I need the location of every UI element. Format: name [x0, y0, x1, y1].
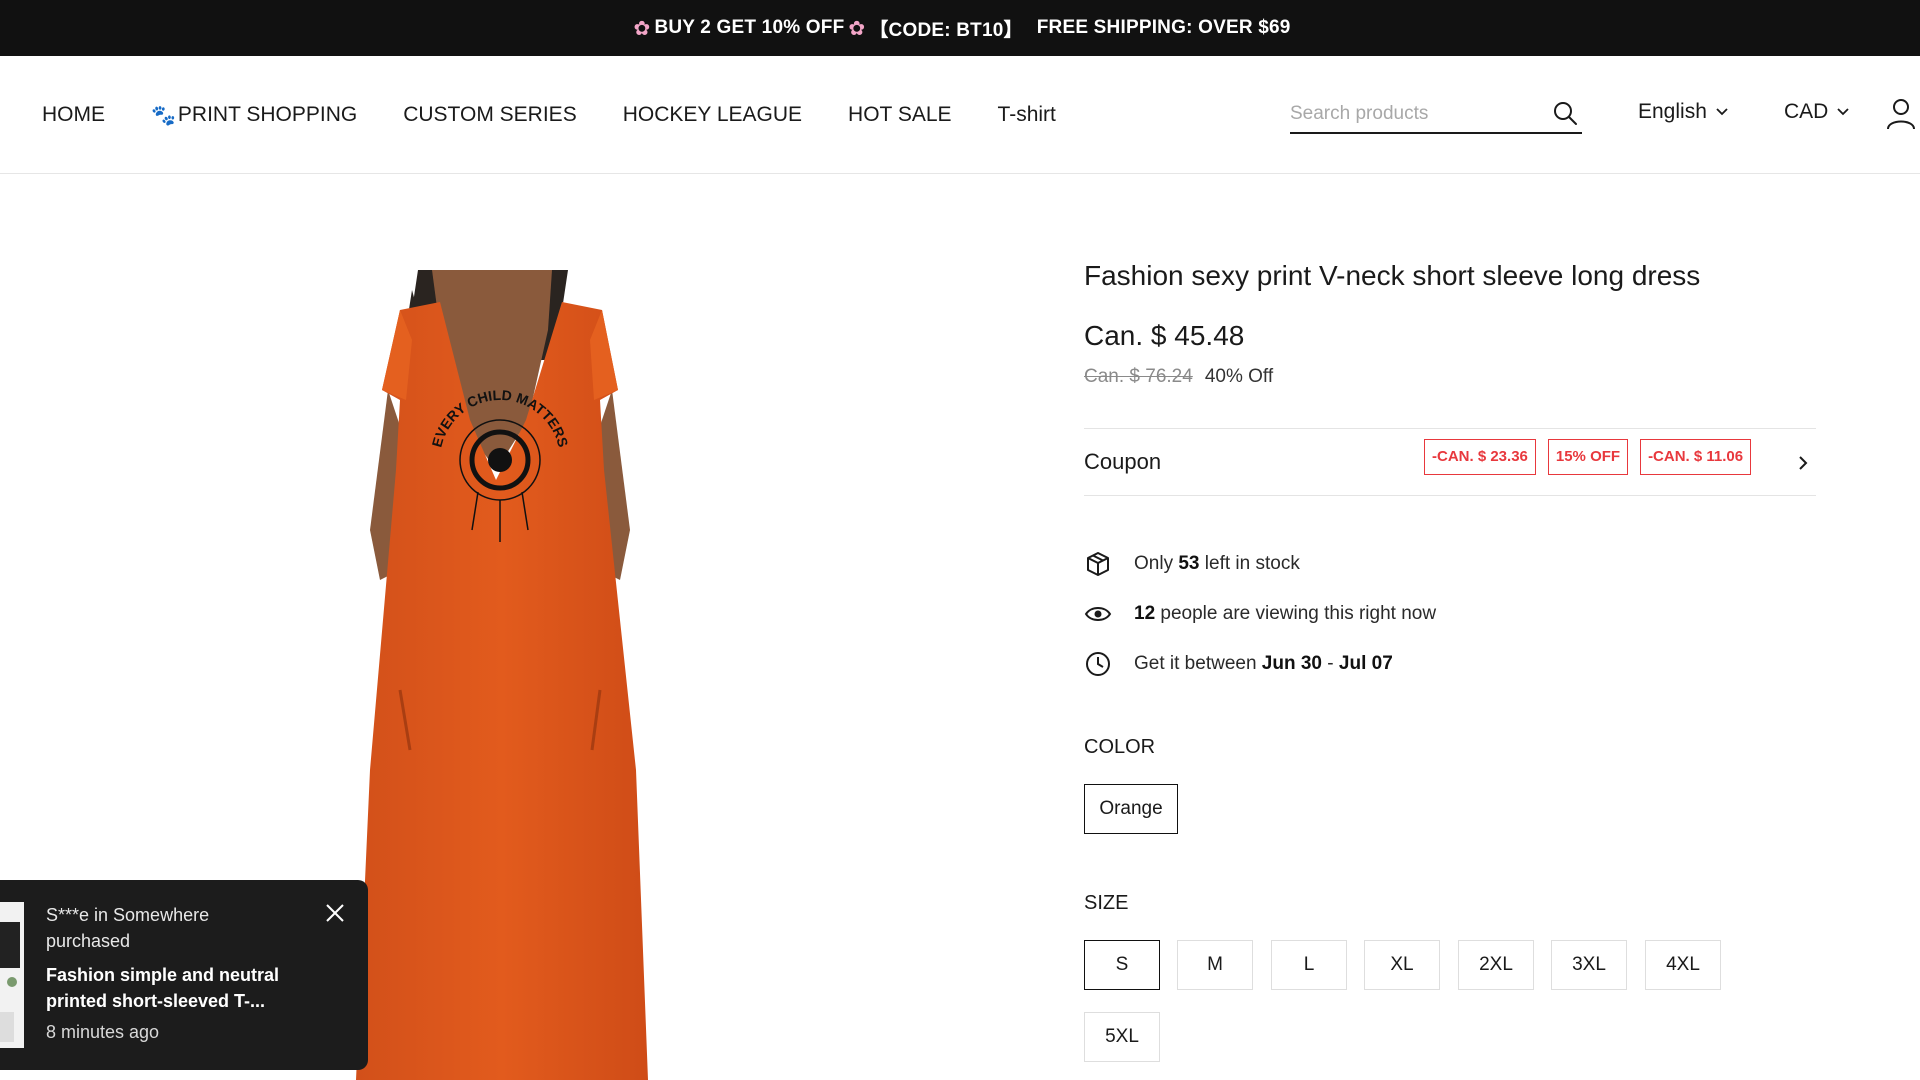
viewers-suffix: people are viewing this right now	[1155, 603, 1437, 624]
chevron-down-icon	[1716, 108, 1728, 116]
close-icon[interactable]	[324, 902, 346, 924]
nav-item-home[interactable]: HOME	[42, 103, 105, 127]
size-option-xl[interactable]: XL	[1364, 940, 1440, 990]
eye-icon	[1084, 607, 1112, 621]
search-box	[1290, 96, 1582, 134]
coupon-tag[interactable]: 15% OFF	[1547, 439, 1629, 475]
nav-item-label: PRINT SHOPPING	[177, 103, 358, 126]
delivery-info: Get it between Jun 30 - Jul 07	[1084, 650, 1393, 678]
delivery-text: Get it between Jun 30 - Jul 07	[1134, 653, 1393, 675]
color-label: COLOR	[1084, 736, 1156, 758]
current-price: Can. $ 45.48	[1084, 320, 1245, 351]
stock-text: Only 53 left in stock	[1134, 553, 1300, 575]
coupon-row[interactable]: Coupon -CAN. $ 23.36 15% OFF -CAN. $ 11.…	[1084, 428, 1816, 496]
flower-icon: ✿	[633, 17, 651, 40]
size-option-l[interactable]: L	[1271, 940, 1347, 990]
old-price-row: Can. $ 76.24 40% Off	[1084, 366, 1816, 388]
language-label: English	[1638, 100, 1707, 123]
nav-item-label: HOCKEY LEAGUE	[622, 103, 803, 126]
coupon-label: Coupon	[1084, 449, 1162, 474]
nav-item-label: HOME	[42, 103, 105, 126]
size-option-m[interactable]: M	[1177, 940, 1253, 990]
coupon-tags: -CAN. $ 23.36 15% OFF -CAN. $ 11.06	[1424, 439, 1763, 475]
nav-item-label: HOT SALE	[848, 103, 952, 126]
box-icon	[1087, 552, 1109, 576]
nav-item-t-shirt[interactable]: T-shirt	[998, 103, 1056, 127]
size-option-2xl[interactable]: 2XL	[1458, 940, 1534, 990]
delivery-end: Jul 07	[1338, 653, 1393, 674]
promo-offer-text: BUY 2 GET 10% OFF	[654, 17, 845, 38]
viewers-count: 12	[1134, 603, 1156, 624]
purchase-thumbnail	[0, 902, 24, 1048]
viewers-info: 12 people are viewing this right now	[1084, 600, 1436, 628]
nav-item-print-shopping[interactable]: 🐾 PRINT SHOPPING	[151, 103, 357, 128]
viewers-text: 12 people are viewing this right now	[1134, 603, 1436, 625]
chevron-down-icon	[1837, 108, 1849, 116]
nav-item-label: CUSTOM SERIES	[403, 103, 577, 126]
coupon-tag[interactable]: -CAN. $ 11.06	[1640, 439, 1752, 475]
size-option-4xl[interactable]: 4XL	[1645, 940, 1721, 990]
promo-code-text: 【CODE: BT10】	[869, 19, 1023, 41]
delivery-prefix: Get it between	[1134, 653, 1262, 674]
stock-count: 53	[1178, 553, 1200, 574]
flower-icon: ✿	[848, 17, 866, 40]
main-nav: HOME 🐾 PRINT SHOPPING CUSTOM SERIES HOCKE…	[0, 56, 1920, 174]
product-info: Fashion sexy print V-neck short sleeve l…	[1084, 260, 1816, 1062]
search-icon[interactable]	[1552, 100, 1578, 126]
purchase-product-text: Fashion simple and neutral printed short…	[46, 965, 280, 1011]
purchase-notification[interactable]: S***e in Somewhere purchased Fashion sim…	[0, 880, 368, 1070]
chevron-right-icon	[1799, 456, 1808, 470]
color-option-orange[interactable]: Orange	[1084, 784, 1178, 834]
promo-bar: ✿ BUY 2 GET 10% OFF ✿ 【CODE: BT10】 FREE …	[0, 0, 1920, 56]
user-icon[interactable]	[1886, 98, 1916, 130]
nav-links: HOME 🐾 PRINT SHOPPING CUSTOM SERIES HOCKE…	[42, 56, 1102, 174]
coupon-tag[interactable]: -CAN. $ 23.36	[1424, 439, 1536, 475]
paw-icon: 🐾	[151, 104, 176, 127]
size-option-s[interactable]: S	[1084, 940, 1160, 990]
size-option-3xl[interactable]: 3XL	[1551, 940, 1627, 990]
stock-prefix: Only	[1134, 553, 1179, 574]
nav-item-hot-sale[interactable]: HOT SALE	[848, 103, 951, 127]
nav-item-custom-series[interactable]: CUSTOM SERIES	[403, 103, 576, 127]
discount-label: 40% Off	[1204, 366, 1274, 387]
nav-item-hockey-league[interactable]: HOCKEY LEAGUE	[623, 103, 802, 127]
original-price: Can. $ 76.24	[1084, 366, 1193, 387]
delivery-start: Jun 30	[1261, 653, 1322, 674]
delivery-separator: -	[1322, 653, 1339, 674]
stock-info: Only 53 left in stock	[1084, 550, 1300, 578]
size-label: SIZE	[1084, 892, 1129, 914]
purchase-time: 8 minutes ago	[46, 1022, 160, 1042]
stock-suffix: left in stock	[1199, 553, 1300, 574]
currency-label: CAD	[1784, 100, 1829, 123]
clock-icon	[1086, 652, 1110, 676]
promo-shipping-text: FREE SHIPPING: OVER $69	[1036, 17, 1291, 38]
nav-item-label: T-shirt	[997, 103, 1056, 126]
language-selector[interactable]: English	[1638, 100, 1729, 124]
product-title: Fashion sexy print V-neck short sleeve l…	[1084, 260, 1701, 291]
search-input[interactable]	[1290, 103, 1540, 125]
purchase-buyer-text: S***e in Somewhere purchased	[46, 905, 210, 951]
currency-selector[interactable]: CAD	[1784, 100, 1850, 124]
size-option-5xl[interactable]: 5XL	[1084, 1012, 1160, 1062]
